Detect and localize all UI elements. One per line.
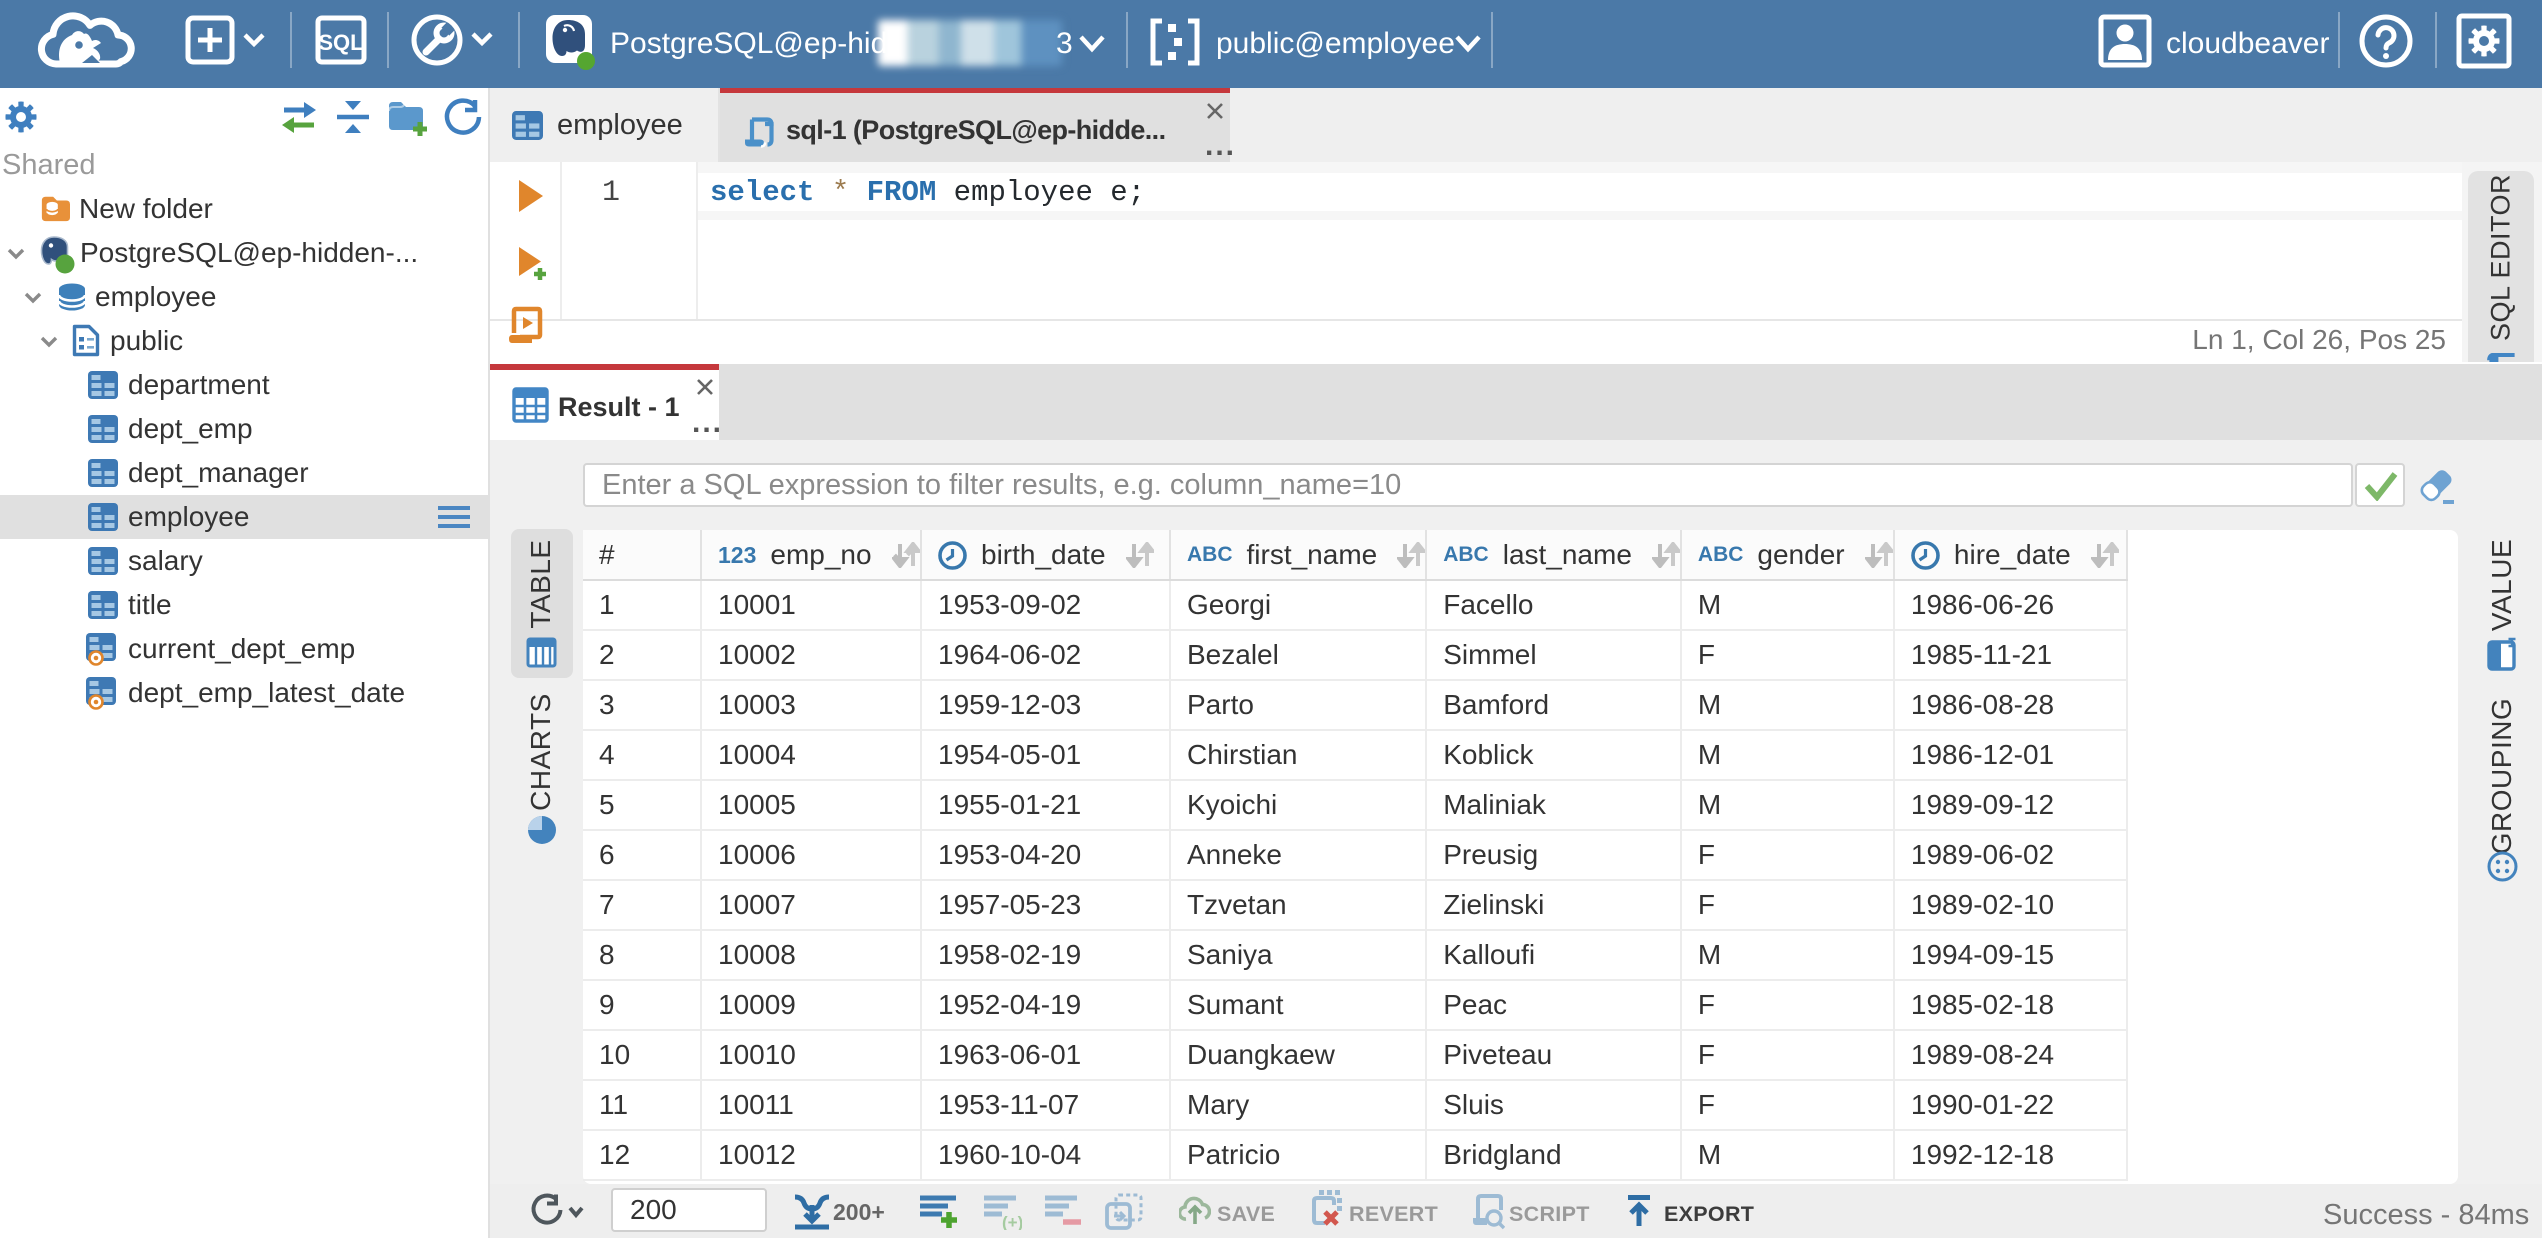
svg-text:SQL: SQL [318, 30, 363, 55]
svg-text:(+): (+) [1002, 1213, 1022, 1230]
